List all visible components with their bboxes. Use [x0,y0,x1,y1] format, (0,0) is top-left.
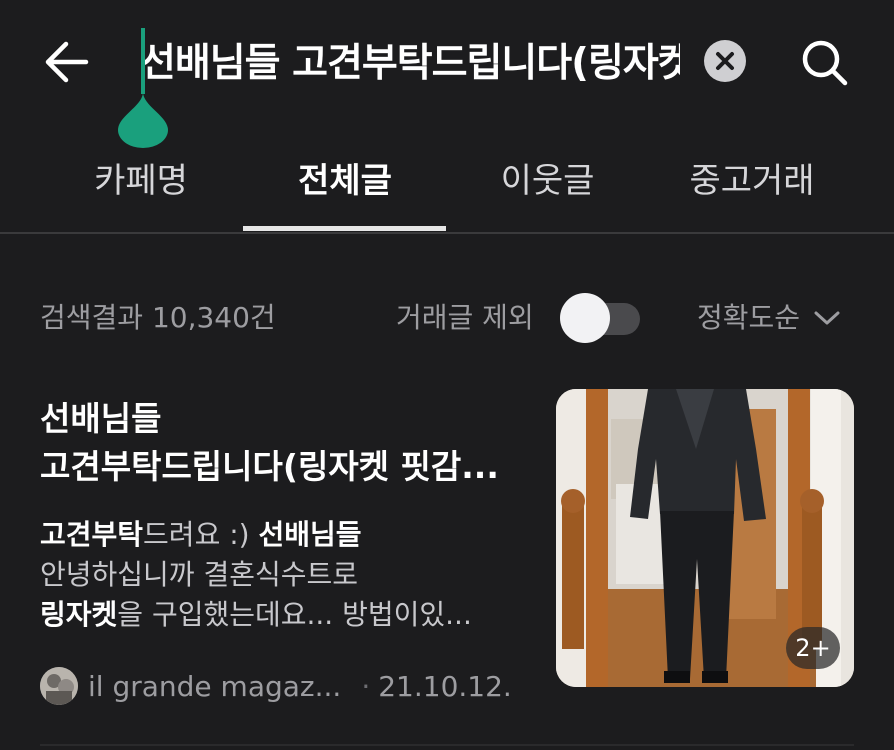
image-count-badge: 2+ [786,627,840,669]
highlight-term: 링자켓 [40,598,118,631]
highlight-term: 선배님들 [258,518,362,551]
separator-dot: · [361,669,371,703]
active-tab-indicator [243,226,446,231]
tab-cafe-name[interactable]: 카페명 [80,158,202,204]
article-snippet: 고견부탁드려요 :) 선배님들 안녕하십니까 결혼식수트로 링자켓을 구입했는데… [40,515,530,635]
snippet-line: 링자켓을 구입했는데요... 방법이있... [40,595,530,635]
author-name[interactable]: il grande magaz... [88,670,341,703]
snippet-text: 드려요 :) [143,518,259,551]
tab-all-posts[interactable]: 전체글 [255,158,435,204]
article-meta: il grande magaz... · 21.10.12. [40,665,540,707]
clear-search-button[interactable] [704,40,746,82]
divider [40,744,854,746]
exclude-trade-label: 거래글 제외 [396,301,534,334]
result-count: 검색결과 10,340건 [40,301,276,334]
tab-secondhand[interactable]: 중고거래 [672,158,832,204]
snippet-line: 안녕하십니까 결혼식수트로 [40,558,359,591]
snippet-line: 고견부탁드려요 :) 선배님들 [40,515,530,555]
arrow-left-icon [45,41,89,83]
snippet-text: 을 구입했는데요... 방법이있... [117,598,472,631]
filter-bar: 검색결과 10,340건 거래글 제외 정확도순 [0,290,894,350]
search-icon[interactable] [797,35,853,91]
article-title-line: 고견부탁드립니다(링자켓 핏감... [40,447,499,486]
toggle-knob [560,293,610,343]
clear-icon [716,52,734,70]
highlight-term: 고견부탁 [40,518,144,551]
search-input[interactable]: 선배님들 고견부탁드립니다(링자켓 핏감 좀 봐주세요) [140,36,680,92]
search-result-item[interactable]: 선배님들 고견부탁드립니다(링자켓 핏감... 고견부탁드려요 :) 선배님들 … [0,385,894,715]
article-title-line: 선배님들 [40,399,162,438]
exclude-trade-toggle[interactable] [560,293,642,343]
article-thumbnail[interactable]: 2+ [556,389,854,687]
author-avatar [40,667,78,705]
tab-neighbor-posts[interactable]: 이웃글 [480,158,615,204]
text-cursor [141,28,145,94]
sort-dropdown[interactable]: 정확도순 [697,298,840,338]
search-header: 선배님들 고견부탁드립니다(링자켓 핏감 좀 봐주세요) [0,0,894,148]
category-tabs: 카페명 전체글 이웃글 중고거래 [0,130,894,234]
sort-label: 정확도순 [697,301,801,334]
chevron-down-icon [814,311,840,325]
article-title[interactable]: 선배님들 고견부탁드립니다(링자켓 핏감... [40,395,530,491]
post-date: 21.10.12. [378,669,512,703]
back-button[interactable] [38,36,94,88]
